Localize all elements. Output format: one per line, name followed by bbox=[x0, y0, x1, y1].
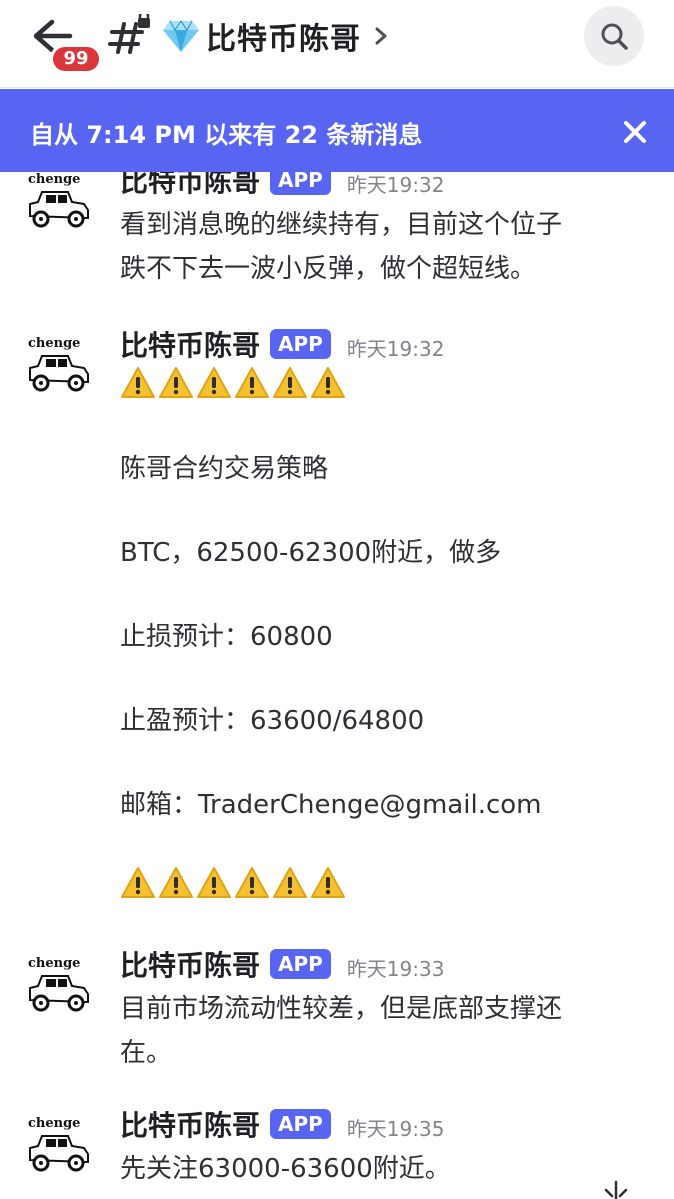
new-messages-banner[interactable]: 自从 7:14 PM 以来有 22 条新消息 bbox=[0, 89, 674, 172]
new-messages-text: 自从 7:14 PM 以来有 22 条新消息 bbox=[30, 121, 423, 149]
warning-emoji bbox=[273, 867, 307, 898]
chevron-right-icon bbox=[375, 27, 387, 45]
locked-hash-icon bbox=[108, 10, 152, 58]
jump-to-bottom-icon[interactable] bbox=[598, 1180, 634, 1199]
message-header: 比特币陈哥 APP 昨天19:35 bbox=[120, 1104, 444, 1144]
app-tag: APP bbox=[270, 329, 331, 359]
gem-emoji bbox=[163, 20, 199, 52]
search-icon bbox=[601, 23, 628, 50]
vintage-car-icon bbox=[29, 191, 89, 228]
author-name[interactable]: 比特币陈哥 bbox=[120, 172, 260, 200]
message-text: 跌不下去一波小反弹，做个超短线。 bbox=[120, 254, 537, 284]
message-text: 邮箱：TraderChenge@gmail.com bbox=[120, 790, 542, 820]
message-list[interactable]: chenge 比特币陈哥 APP 昨天19:32 看到消息晚的继续持有，目前这个… bbox=[0, 172, 674, 1199]
app-tag: APP bbox=[270, 949, 331, 979]
message-text: 止盈预计：63600/64800 bbox=[120, 706, 425, 736]
app-tag: APP bbox=[270, 172, 331, 195]
author-name[interactable]: 比特币陈哥 bbox=[120, 944, 260, 984]
warning-emoji bbox=[235, 367, 269, 398]
message-text: 看到消息晚的继续持有，目前这个位子 bbox=[120, 210, 563, 240]
avatar[interactable]: chenge bbox=[24, 1116, 96, 1180]
timestamp: 昨天19:35 bbox=[346, 1116, 445, 1141]
channel-title-button[interactable]: 比特币陈哥 bbox=[162, 14, 391, 58]
warning-emoji-row bbox=[120, 366, 348, 402]
avatar[interactable]: chenge bbox=[24, 172, 96, 236]
message-item: chenge 比特币陈哥 APP 昨天19:33 目前市场流动性较差，但是底部支… bbox=[0, 940, 674, 1070]
message-header: 比特币陈哥 APP 昨天19:33 bbox=[120, 944, 444, 984]
message-header: 比特币陈哥 APP 昨天19:32 bbox=[120, 324, 444, 364]
warning-emoji bbox=[121, 367, 155, 398]
app-tag: APP bbox=[270, 1109, 331, 1139]
message-text: 止损预计：60800 bbox=[120, 622, 333, 652]
search-button[interactable] bbox=[584, 6, 644, 66]
warning-emoji bbox=[311, 867, 345, 898]
message-item: chenge 比特币陈哥 APP 昨天19:32 看到消息晚的继续持有，目前这个… bbox=[0, 172, 674, 286]
warning-emoji-row bbox=[120, 866, 348, 902]
message-text: 先关注63000-63600附近。 bbox=[120, 1154, 451, 1184]
warning-emoji bbox=[159, 367, 193, 398]
message-text: 目前市场流动性较差，但是底部支撑还 bbox=[120, 994, 563, 1024]
timestamp: 昨天19:33 bbox=[346, 956, 445, 981]
avatar[interactable]: chenge bbox=[24, 336, 96, 400]
warning-emoji bbox=[121, 867, 155, 898]
message-text: 陈哥合约交易策略 bbox=[120, 454, 329, 484]
channel-title: 比特币陈哥 bbox=[206, 22, 361, 57]
warning-emoji bbox=[311, 367, 345, 398]
author-name[interactable]: 比特币陈哥 bbox=[120, 324, 260, 364]
vintage-car-icon bbox=[29, 1135, 89, 1172]
timestamp: 昨天19:32 bbox=[346, 172, 445, 197]
message-item: chenge 比特币陈哥 APP 昨天19:32 陈哥合约交易策略 BTC，62… bbox=[0, 320, 674, 920]
warning-emoji bbox=[159, 867, 193, 898]
warning-emoji bbox=[273, 367, 307, 398]
vintage-car-icon bbox=[29, 975, 89, 1012]
author-name[interactable]: 比特币陈哥 bbox=[120, 1104, 260, 1144]
timestamp: 昨天19:32 bbox=[346, 336, 445, 361]
unread-count-badge: 99 bbox=[50, 44, 102, 74]
avatar[interactable]: chenge bbox=[24, 956, 96, 1020]
vintage-car-icon bbox=[29, 355, 89, 392]
message-text: 在。 bbox=[120, 1038, 173, 1068]
channel-header: 99 比特币陈哥 bbox=[0, 0, 674, 88]
warning-emoji bbox=[197, 867, 231, 898]
message-text: BTC，62500-62300附近，做多 bbox=[120, 538, 502, 568]
close-icon[interactable] bbox=[618, 115, 652, 149]
warning-emoji bbox=[235, 867, 269, 898]
message-item: chenge 比特币陈哥 APP 昨天19:35 先关注63000-63600附… bbox=[0, 1100, 674, 1199]
warning-emoji bbox=[197, 367, 231, 398]
message-header: 比特币陈哥 APP 昨天19:32 bbox=[120, 172, 444, 200]
